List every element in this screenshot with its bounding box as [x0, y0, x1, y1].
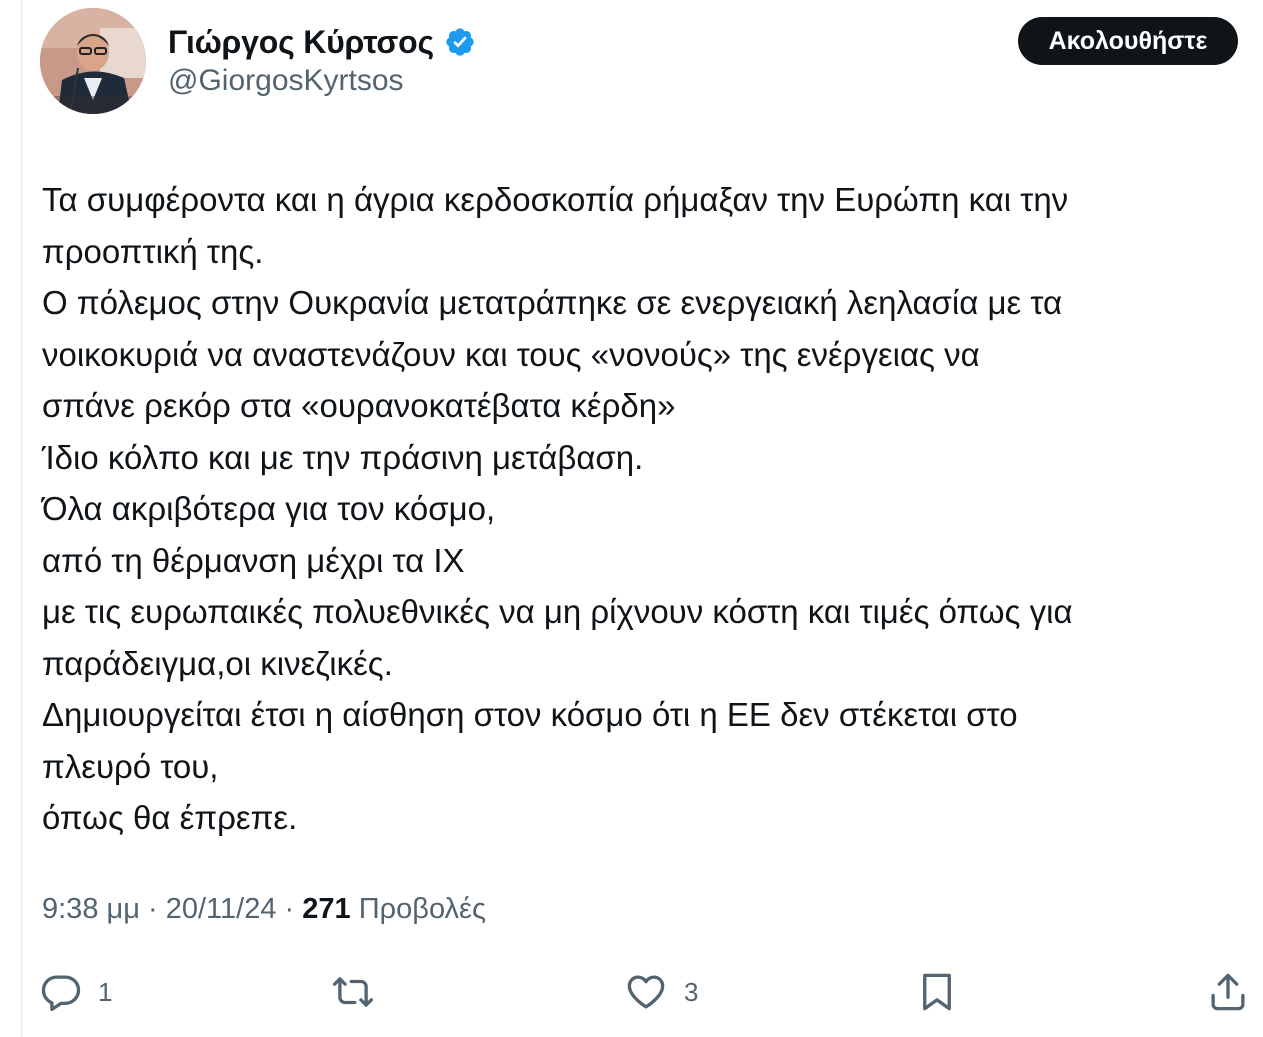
bookmark-button[interactable] [916, 970, 958, 1014]
tweet-line: με τις ευρωπαικές πολυεθνικές να μη ρίχν… [42, 593, 1073, 630]
tweet-line: όπως θα έπρεπε. [42, 799, 298, 836]
timeline-divider [21, 0, 22, 1037]
tweet-time[interactable]: 9:38 μμ [42, 893, 140, 925]
tweet-date[interactable]: 20/11/24 [166, 893, 277, 925]
avatar[interactable] [40, 8, 146, 114]
like-button[interactable]: 3 [624, 970, 698, 1014]
author-display-name[interactable]: Γιώργος Κύρτσος [168, 24, 434, 61]
tweet-line: νοικοκυριά να αναστενάζουν και τους «νον… [42, 335, 980, 373]
share-button[interactable] [1207, 970, 1249, 1014]
tweet-line: Ίδιο κόλπο και με την πράσινη μετάβαση. [42, 438, 644, 476]
tweet-line: προοπτική της. [42, 232, 264, 270]
tweet-metadata: 9:38 μμ · 20/11/24 · 271 Προβολές [42, 893, 486, 926]
reply-count: 1 [98, 976, 113, 1007]
tweet-text: Τα συμφέροντα και η άγρια κερδοσκοπία ρή… [42, 174, 1257, 844]
verified-badge-icon [446, 28, 474, 56]
tweet-line: σπάνε ρεκόρ στα «ουρανοκατέβατα κέρδη» [42, 387, 676, 424]
tweet-line: πλευρό του, [42, 747, 219, 785]
avatar-photo [40, 8, 146, 114]
meta-separator: · [147, 893, 158, 925]
views-label: Προβολές [358, 893, 486, 925]
heart-icon [627, 975, 665, 1009]
author-handle[interactable]: @GiorgosKyrtsos [168, 64, 404, 98]
tweet-line: Δημιουργείται έτσι η αίσθηση στον κόσμο … [42, 696, 1018, 733]
bookmark-icon [923, 973, 951, 1011]
tweet-line: Τα συμφέροντα και η άγρια κερδοσκοπία ρή… [42, 181, 1069, 218]
follow-button[interactable]: Ακολουθήστε [1018, 17, 1238, 65]
tweet-line: από τη θέρμανση μέχρι τα ΙΧ [42, 541, 465, 579]
like-count: 3 [684, 976, 699, 1007]
tweet-line: Όλα ακριβότερα για τον κόσμο, [42, 490, 496, 527]
tweet-line: Ο πόλεμος στην Ουκρανία μετατράπηκε σε ε… [42, 284, 1063, 321]
retweet-icon [332, 977, 374, 1007]
views-count: 271 [302, 893, 351, 925]
reply-button[interactable]: 1 [40, 970, 112, 1014]
author-name-row[interactable]: Γιώργος Κύρτσος [168, 22, 476, 62]
reply-icon [41, 975, 81, 1011]
retweet-button[interactable] [330, 970, 392, 1014]
share-icon [1211, 973, 1245, 1011]
tweet-line: παράδειγμα,οι κινεζικές. [42, 644, 393, 682]
meta-separator: · [284, 893, 295, 925]
